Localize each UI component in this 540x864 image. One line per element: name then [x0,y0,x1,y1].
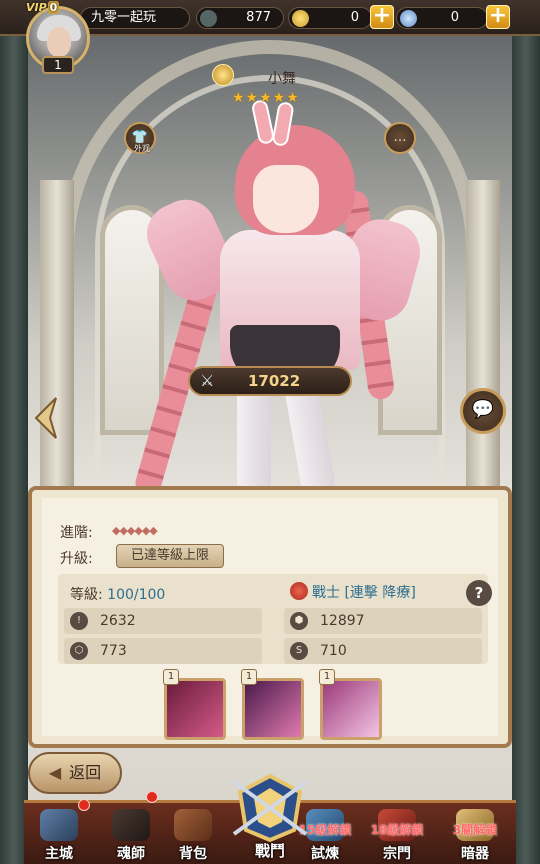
skill-level: 1 [163,669,179,685]
stat-defense: ⬡ 773 [64,638,262,664]
star-rating: ★★★★★ [232,90,300,106]
nav-battle[interactable]: 戰鬥 [226,772,314,864]
attack-value: 2632 [100,613,136,629]
chat-button[interactable]: 💬 [460,388,506,434]
swords-value: 877 [246,10,271,25]
max-level-button[interactable]: 已達等級上限 [116,544,224,568]
potion-value: 0 [450,10,459,25]
notification-dot [78,799,90,811]
nav-label: 戰鬥 [254,842,285,860]
potion-icon [400,10,417,27]
skill-level: 1 [241,669,257,685]
outfit-icon: 👕 [131,130,149,145]
panel-inner: 進階: ◆◆◆◆◆◆ 升級: 已達等級上限 等級: 100/100 戰士 [連擊… [42,498,498,740]
hp-value: 12897 [320,613,365,629]
class-text: 戰士 [連擊 降療] [312,585,416,601]
hero-info-panel: 進階: ◆◆◆◆◆◆ 升級: 已達等級上限 等級: 100/100 戰士 [連擊… [28,486,512,748]
unlock-requirement: 18級解鎖 [370,823,424,837]
stamina-pill: 877 [196,7,284,29]
skill-level: 1 [319,669,335,685]
stat-magic-defense: S 710 [284,638,482,664]
upgrade-label: 升級: [60,551,93,567]
class-row: 戰士 [連擊 降療] [290,582,416,602]
combat-power-bar: ⚔ 17022 [188,366,352,396]
soul-master-icon [112,809,150,841]
skill-slot-3[interactable]: 1 [319,669,382,740]
gold-pill: 0 [288,7,372,29]
skill-slot-2[interactable]: 1 [241,669,304,740]
attack-icon: ! [70,612,88,630]
gold-coin-icon [292,10,309,27]
add-gold-button[interactable]: + [370,5,394,29]
back-label: 返回 [69,763,102,782]
hero-name: 小舞 [268,71,296,87]
nav-main-city[interactable]: 主城 [28,807,90,864]
nav-label: 背包 [179,846,207,862]
outfit-label: 外观 [134,144,150,153]
vip-label: VIP [26,1,47,14]
nav-soul-master[interactable]: 魂師 [100,807,162,864]
nav-hidden-weapon[interactable]: 3關解鎖 暗器 [444,807,506,864]
skill-slot-1[interactable]: 1 [163,669,226,740]
player-name-pill: 九零一起玩 [80,7,190,29]
vip-level: 0 [47,1,60,14]
nav-label: 主城 [45,846,73,862]
unlock-requirement: 3關解鎖 [452,823,498,837]
vip-badge: VIP 0 [26,1,60,14]
defense-value: 773 [100,643,127,659]
nav-label: 暗器 [461,846,489,862]
leg [237,380,271,495]
help-button[interactable]: ? [466,580,492,606]
stat-hp: ⬢ 12897 [284,608,482,634]
background-pillar [40,180,74,500]
chat-icon: 💬 [471,399,495,420]
advance-label: 進階: [60,525,93,541]
stat-attack: ! 2632 [64,608,262,634]
combat-power-value: 17022 [248,372,301,390]
background-pillar [466,180,500,500]
hp-icon: ⬢ [290,612,308,630]
nav-label: 魂師 [117,846,145,862]
swords-currency-icon [200,10,217,27]
magic-defense-icon: S [290,642,308,660]
nav-label: 宗門 [383,846,411,862]
player-name: 九零一起玩 [91,10,157,25]
level-value: 100/100 [107,587,166,603]
nav-sect[interactable]: 18級解鎖 宗門 [366,807,428,864]
face [253,165,319,233]
add-potion-button[interactable]: + [486,5,510,29]
magic-defense-value: 710 [320,643,347,659]
class-icon [290,582,308,600]
hero-portrait[interactable] [125,98,445,499]
crossed-swords-icon: ⚔ [200,371,215,390]
player-level: 1 [42,56,74,74]
rank-badge-icon [212,64,234,86]
speech-bubble-icon: … [393,130,407,145]
avatar-face [47,27,71,57]
previous-hero-arrow-icon[interactable] [32,396,60,440]
hero-detail-screen: 小舞 ★★★★★ 👕 外观 … ⚔ 17022 💬 九零一起玩 877 0 + [0,0,540,864]
castle-icon [40,809,78,841]
nav-backpack[interactable]: 背包 [162,807,224,864]
battle-emblem-icon [232,773,308,843]
gold-value: 0 [350,10,359,25]
notification-dot [146,791,158,803]
outfit-button[interactable]: 👕 外观 [124,122,156,154]
back-button[interactable]: ◀ 返回 [28,752,122,794]
level-row: 等級: 100/100 [70,584,165,604]
dialogue-button[interactable]: … [384,122,416,154]
defense-icon: ⬡ [70,642,88,660]
level-label: 等級: [70,587,103,603]
potion-pill: 0 [396,7,488,29]
hero-name-block: 小舞 ★★★★★ [212,64,342,114]
back-arrow-icon: ◀ [48,763,62,782]
left-frame [0,36,28,864]
right-frame [512,36,540,864]
backpack-icon [174,809,212,841]
advance-progress: ◆◆◆◆◆◆ [112,524,158,537]
